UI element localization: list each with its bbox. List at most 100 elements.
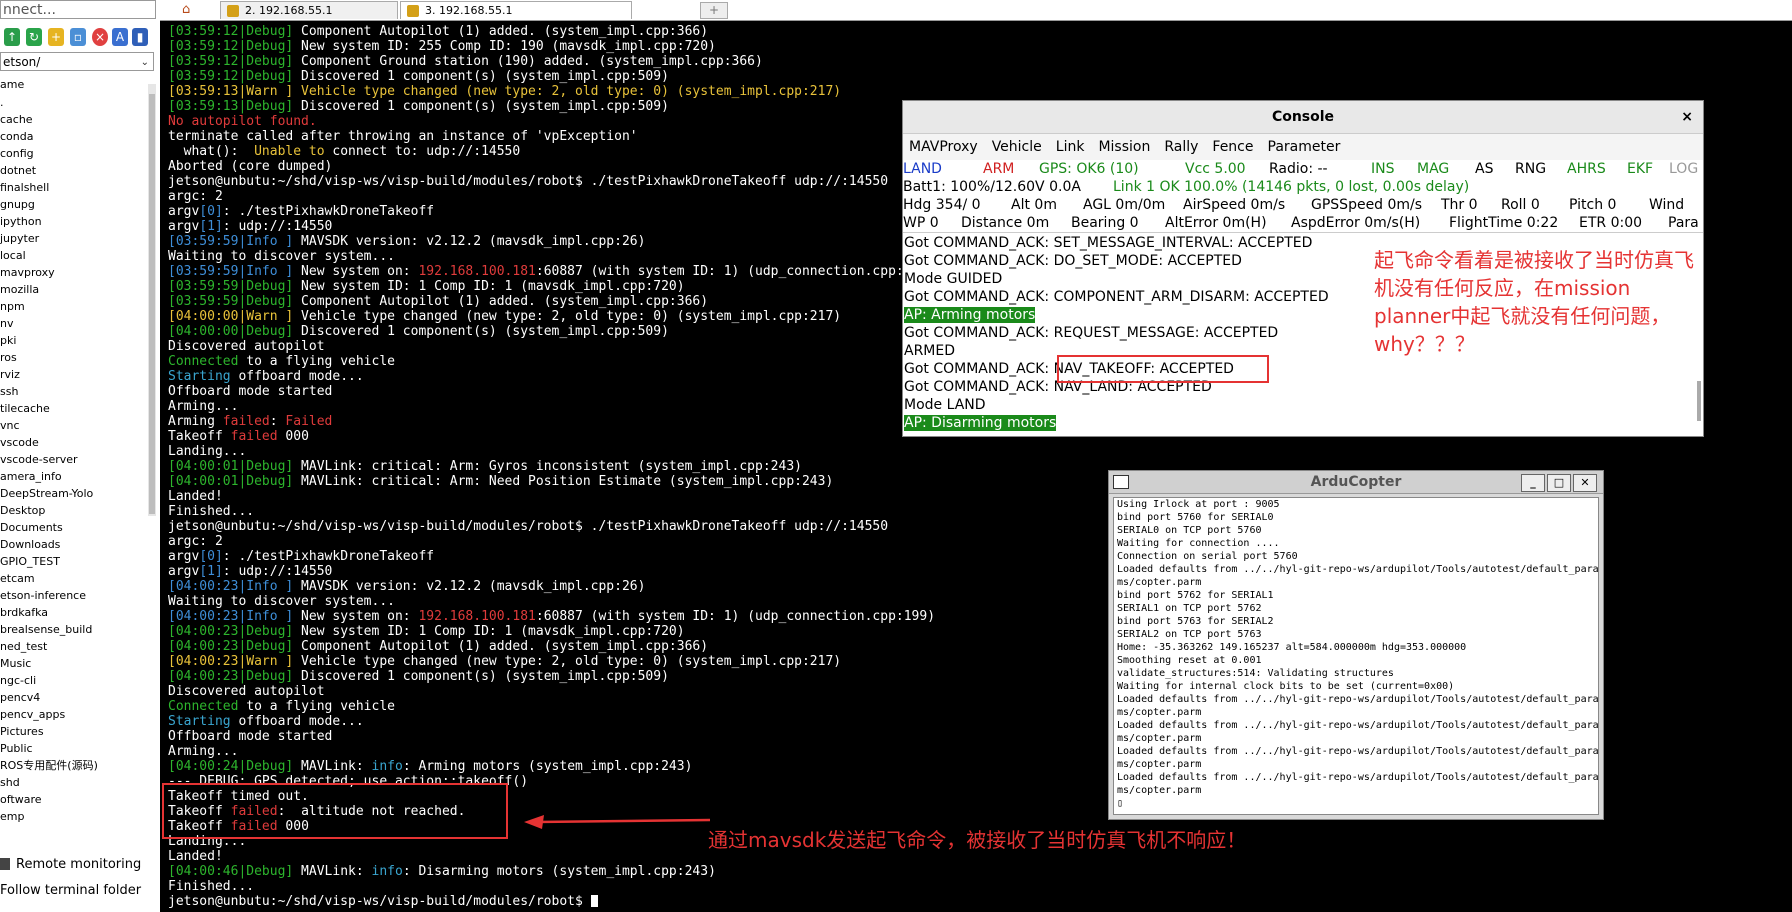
file-list-item[interactable]: Desktop (0, 502, 148, 519)
column-header-name[interactable]: ame (0, 78, 24, 91)
file-list-item[interactable]: . (0, 94, 148, 111)
monitor-icon (0, 858, 10, 870)
tab-session-icon (407, 5, 419, 17)
terminal-text: New system ID: 1 Comp ID: 1 (mavsdk_impl… (293, 624, 685, 639)
arducopter-line: Smoothing reset at 0.001 (1117, 655, 1262, 666)
arducopter-line: Waiting for connection .... (1117, 538, 1280, 549)
terminal-line: [03:59:59|Info ] New system on: 192.168.… (168, 264, 935, 279)
file-list-item[interactable]: local (0, 247, 148, 264)
file-list-item[interactable]: vnc (0, 417, 148, 434)
file-list-item[interactable]: nv (0, 315, 148, 332)
file-list-scrollbar[interactable] (148, 84, 156, 516)
new-tab-button[interactable]: + (700, 2, 728, 19)
refresh-icon[interactable]: ↻ (26, 28, 42, 46)
file-list-item[interactable]: mozilla (0, 281, 148, 298)
terminal-text: Aborted (core dumped) (168, 159, 333, 174)
file-list-item[interactable]: Music (0, 655, 148, 672)
tab-session-2[interactable]: 2. 192.168.55.1 (220, 1, 398, 19)
file-list-item[interactable]: vscode (0, 434, 148, 451)
file-list-item[interactable]: conda (0, 128, 148, 145)
console-status-item: LAND (903, 161, 942, 177)
file-list-item[interactable]: pencv_apps (0, 706, 148, 723)
follow-terminal-folder-option[interactable]: Follow terminal folder (0, 878, 158, 904)
terminal-text: Arming... (168, 399, 239, 414)
arducopter-titlebar[interactable]: ArduCopter _ □ ✕ (1109, 471, 1603, 494)
terminal-text: [03:59:59|Debug] (168, 279, 294, 294)
file-list-item[interactable]: pencv4 (0, 689, 148, 706)
console-menu-item[interactable]: Vehicle (992, 139, 1042, 155)
close-icon[interactable]: × (1681, 101, 1693, 133)
terminal-text: [03:59:12|Debug] (168, 69, 294, 84)
terminal-text: : (269, 414, 286, 429)
window-menu-icon[interactable] (1113, 475, 1129, 489)
file-list-item[interactable]: ipython (0, 213, 148, 230)
file-list-item[interactable]: etson-inference (0, 587, 148, 604)
new-folder-icon[interactable]: + (48, 28, 64, 46)
file-list-item[interactable]: Pictures (0, 723, 148, 740)
file-list-item[interactable]: Downloads (0, 536, 148, 553)
session-tab-bar: ⌂ 2. 192.168.55.1 3. 192.168.55.1 + (160, 0, 1792, 21)
file-list-item[interactable]: jupyter (0, 230, 148, 247)
terminal-text: Landed! (168, 489, 223, 504)
remote-monitoring-option[interactable]: Remote monitoring (0, 852, 158, 878)
file-list-item[interactable]: mavproxy (0, 264, 148, 281)
file-list-item[interactable]: Documents (0, 519, 148, 536)
console-menu-item[interactable]: Link (1056, 139, 1085, 155)
maximize-button[interactable]: □ (1547, 474, 1571, 492)
terminal-icon[interactable]: ▮ (132, 28, 148, 46)
scrollbar-thumb[interactable] (149, 94, 155, 514)
arducopter-window[interactable]: ArduCopter _ □ ✕ Using Irlock at port : … (1108, 470, 1604, 820)
file-list-item[interactable]: gnupg (0, 196, 148, 213)
file-list-item[interactable]: brealsense_build (0, 621, 148, 638)
terminal-line: Connected to a flying vehicle (168, 699, 935, 714)
terminal-text: Starting (168, 714, 231, 729)
file-list-item[interactable]: ros (0, 349, 148, 366)
file-list-item[interactable]: config (0, 145, 148, 162)
file-list-item[interactable]: GPIO_TEST (0, 553, 148, 570)
file-list-item[interactable]: emp (0, 808, 148, 825)
console-menu-item[interactable]: Rally (1164, 139, 1198, 155)
file-list-item[interactable]: ned_test (0, 638, 148, 655)
file-list-item[interactable]: rviz (0, 366, 148, 383)
terminal-text: [1] (199, 564, 223, 579)
console-menu-item[interactable]: Fence (1212, 139, 1253, 155)
file-list-item[interactable]: npm (0, 298, 148, 315)
file-list-item[interactable]: DeepStream-Yolo (0, 485, 148, 502)
file-list-item[interactable]: pki (0, 332, 148, 349)
file-list-item[interactable]: cache (0, 111, 148, 128)
console-status-item: Distance 0m (961, 215, 1050, 231)
minimize-button[interactable]: _ (1521, 474, 1545, 492)
console-titlebar[interactable]: Console × (903, 101, 1703, 134)
rename-icon[interactable]: A (112, 28, 128, 46)
tab-session-3[interactable]: 3. 192.168.55.1 (400, 1, 632, 19)
terminal-text: argc: 2 (168, 189, 223, 204)
console-menu-item[interactable]: MAVProxy (909, 139, 978, 155)
home-icon[interactable]: ⌂ (182, 2, 202, 18)
close-button[interactable]: ✕ (1573, 474, 1597, 492)
file-list-item[interactable]: oftware (0, 791, 148, 808)
connect-input[interactable]: nnect... (0, 0, 156, 19)
file-list-item[interactable]: tilecache (0, 400, 148, 417)
file-list-item[interactable]: Public (0, 740, 148, 757)
terminal-text: New system ID: 1 Comp ID: 1 (mavsdk_impl… (293, 279, 685, 294)
file-list-item[interactable]: finalshell (0, 179, 148, 196)
file-list-item[interactable]: etcam (0, 570, 148, 587)
file-list-item[interactable]: ngc-cli (0, 672, 148, 689)
file-list-item[interactable]: brdkafka (0, 604, 148, 621)
console-menu-item[interactable]: Mission (1098, 139, 1150, 155)
console-status-row: WP 0 Distance 0m Bearing 0 AltError 0m(H) As… (903, 214, 1703, 232)
console-log-text: Mode LAND (904, 397, 986, 413)
file-list-item[interactable]: ssh (0, 383, 148, 400)
delete-icon[interactable]: × (92, 28, 108, 46)
file-list-item[interactable]: amera_info (0, 468, 148, 485)
file-list-item[interactable]: vscode-server (0, 451, 148, 468)
file-list-item[interactable]: dotnet (0, 162, 148, 179)
console-scrollbar[interactable] (1697, 381, 1701, 421)
console-menu-item[interactable]: Parameter (1268, 139, 1341, 155)
file-list-item[interactable]: ROS专用配件(源码) (0, 757, 148, 774)
path-select[interactable]: etson/ ⌄ (0, 52, 154, 71)
file-list-item[interactable]: shd (0, 774, 148, 791)
new-file-icon[interactable]: ▫ (70, 28, 86, 46)
terminal-line: [03:59:59|Debug] New system ID: 1 Comp I… (168, 279, 935, 294)
upload-icon[interactable]: ↑ (4, 28, 20, 46)
